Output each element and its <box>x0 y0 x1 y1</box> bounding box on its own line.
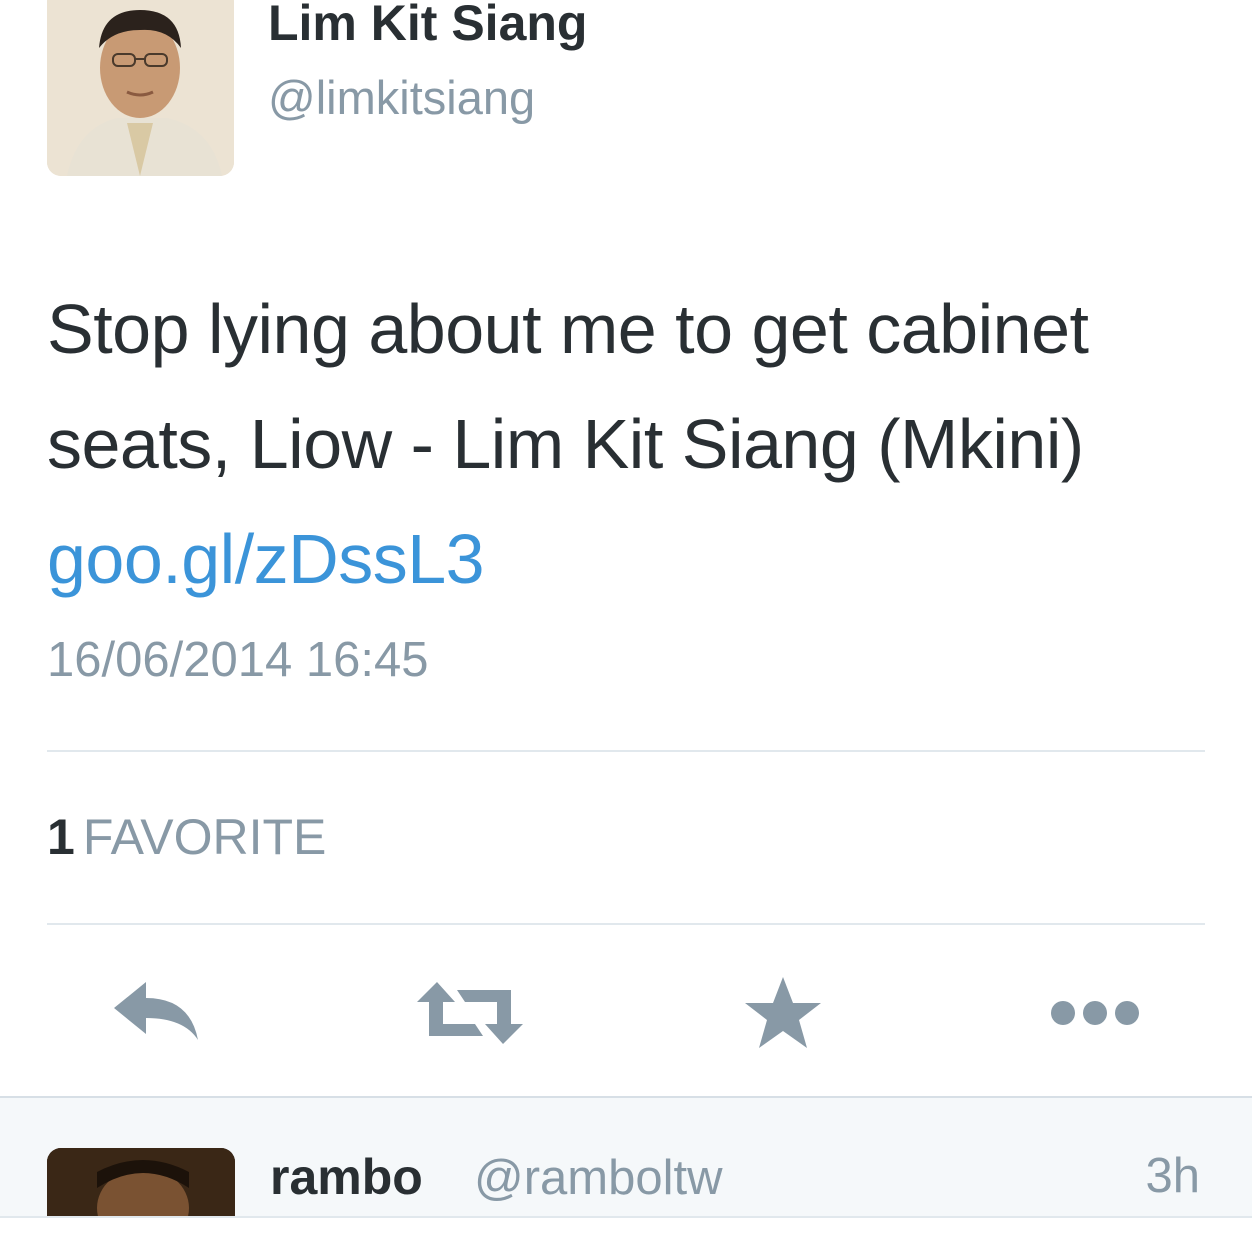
favorites-stat[interactable]: 1 FAVORITE <box>47 808 326 866</box>
divider <box>47 923 1205 925</box>
favorites-count: 1 <box>47 809 75 865</box>
favorites-label: FAVORITE <box>82 809 327 865</box>
tweet-body: Stop lying about me to get cabinet seats… <box>47 272 1217 617</box>
divider <box>47 750 1205 752</box>
star-icon <box>745 977 821 1048</box>
reply-display-name[interactable]: rambo <box>270 1148 423 1206</box>
author-avatar[interactable] <box>47 0 234 176</box>
reply-button[interactable] <box>93 968 223 1058</box>
reply-avatar-image <box>47 1148 235 1218</box>
reply-icon <box>114 982 198 1040</box>
retweet-icon <box>417 982 523 1044</box>
reply-time: 3h <box>1145 1149 1200 1203</box>
retweet-button[interactable] <box>405 968 535 1058</box>
author-display-name[interactable]: Lim Kit Siang <box>268 0 587 52</box>
avatar-portrait <box>47 0 234 176</box>
author-handle[interactable]: @limkitsiang <box>268 70 535 125</box>
reply-handle[interactable]: @ramboltw <box>474 1150 723 1206</box>
tweet-text: Stop lying about me to get cabinet seats… <box>47 290 1089 483</box>
tweet-link[interactable]: goo.gl/zDssL3 <box>47 520 485 598</box>
favorite-button[interactable] <box>718 968 848 1058</box>
reply-preview[interactable]: rambo @ramboltw 3h <box>0 1096 1252 1258</box>
more-dots-icon <box>1051 1001 1139 1025</box>
reply-avatar[interactable] <box>47 1148 235 1218</box>
more-button[interactable] <box>1030 968 1160 1058</box>
tweet-timestamp: 16/06/2014 16:45 <box>47 633 429 687</box>
